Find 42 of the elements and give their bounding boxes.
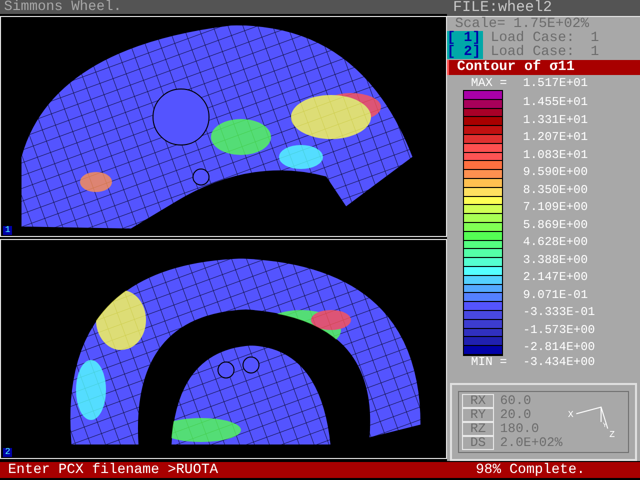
load-case-value: 1	[590, 31, 600, 45]
legend-tick-label: 2.147E+00	[523, 271, 589, 284]
legend-max-label: MAX =	[470, 77, 508, 90]
legend-min-label: MIN =	[470, 356, 508, 369]
legend-tick-label: 3.388E+00	[523, 254, 589, 266]
view-param-name: RZ	[462, 422, 494, 436]
view-param-name: RY	[462, 408, 494, 422]
progress-status: 98% Complete.	[476, 462, 585, 478]
load-case-label: Load Case:	[490, 31, 575, 45]
load-case-button[interactable]: [ 1]	[447, 31, 483, 45]
legend-tick-label: 9.590E+00	[523, 166, 589, 179]
viewport-label: 1	[3, 226, 12, 234]
legend-tick-label: 9.071E-01	[523, 288, 589, 302]
file-name-bar: FILE:wheel2	[447, 0, 640, 17]
view-param-value: 20.0	[499, 408, 532, 422]
legend-tick-label: -3.333E-01	[523, 306, 596, 319]
legend-tick-label: 4.628E+00	[523, 236, 589, 249]
view-param-value: 60.0	[499, 394, 532, 408]
view-param-name: RX	[462, 394, 494, 408]
legend-tick-label: 1.207E+01	[523, 131, 589, 144]
legend-tick-label: -2.814E+00	[523, 341, 596, 354]
scale-value: 1.75E+02%	[513, 17, 590, 31]
window-title: Simmons Wheel.	[0, 0, 447, 14]
view-param-name: DS	[462, 436, 494, 450]
legend-tick-label: 1.331E+01	[523, 114, 589, 126]
view-param-value: 180.0	[499, 422, 540, 436]
legend-max-value: 1.517E+01	[523, 77, 589, 90]
load-case-label: Load Case:	[490, 45, 575, 59]
legend-tick-label: 8.350E+00	[523, 184, 589, 196]
legend-tick-label: 7.109E+00	[523, 201, 589, 214]
legend-tick-label: -1.573E+00	[523, 324, 596, 336]
contour-title-bar: Contour of σ11	[447, 60, 640, 75]
legend-tick-label: 1.455E+01	[523, 96, 589, 109]
command-prompt: Enter PCX filename >RUOTA	[8, 462, 218, 478]
load-case-button[interactable]: [ 2]	[447, 45, 483, 59]
viewport-label: 2	[3, 448, 12, 457]
legend-tick-label: 1.083E+01	[523, 148, 589, 162]
legend-tick-label: 5.869E+00	[523, 218, 589, 232]
scale-label: Scale=	[455, 17, 506, 31]
legend-min-value: -3.434E+00	[523, 356, 596, 369]
load-case-value: 1	[590, 45, 600, 59]
view-param-value: 2.0E+02%	[499, 436, 562, 450]
